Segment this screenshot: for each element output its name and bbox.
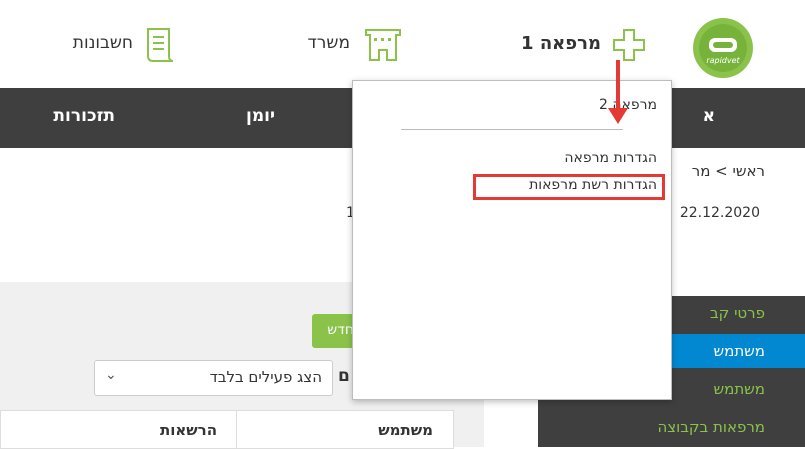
arrow-down-icon (608, 108, 628, 124)
highlight-box (473, 174, 665, 200)
sidebar-item-label: פרטי קב (710, 304, 765, 322)
active-filter-select[interactable]: הצג פעילים בלבד ⌄ (94, 360, 333, 396)
section-title-partial: ם (338, 366, 350, 386)
office-link[interactable]: משרד (308, 33, 350, 53)
column-user[interactable]: משתמש (236, 410, 454, 449)
breadcrumb[interactable]: ראשי > מר (692, 162, 765, 180)
column-user-label: משתמש (378, 421, 433, 439)
menu-item-clinic-settings[interactable]: הגדרות מרפאה (564, 150, 657, 166)
chevron-down-icon: ⌄ (105, 367, 117, 383)
column-permissions-label: הרשאות (159, 421, 217, 439)
invoice-icon[interactable] (145, 26, 177, 64)
sidebar-item-label: מרפאות בקבוצה (657, 418, 765, 436)
logo-text: rapidvet (706, 56, 740, 65)
clinic-selector[interactable]: מרפאה 1 (521, 33, 601, 54)
rapidvet-logo[interactable]: rapidvet (693, 18, 753, 78)
sidebar-item-group-clinics[interactable]: מרפאות בקבוצה (538, 410, 805, 444)
date-display: 22.12.2020 (679, 205, 760, 221)
arrow-annotation-line (616, 60, 620, 112)
filter-value: הצג פעילים בלבד (209, 368, 322, 386)
sidebar-item-label: משתמש (713, 380, 766, 398)
accounts-link[interactable]: חשבונות (73, 33, 133, 53)
nav-reminders[interactable]: תזכורות (53, 106, 115, 126)
new-button-label: חדש (327, 322, 354, 338)
plus-icon[interactable] (612, 28, 646, 62)
office-building-icon[interactable] (363, 26, 403, 62)
sidebar-item-label: משתמש (713, 342, 766, 360)
column-permissions[interactable]: הרשאות (0, 410, 238, 449)
nav-item-partial[interactable]: א (703, 106, 715, 126)
menu-divider (401, 129, 623, 130)
clinic-dropdown-menu: מרפאה 2 הגדרות מרפאה הגדרות רשת מרפאות (352, 80, 672, 400)
nav-diary[interactable]: יומן (246, 106, 275, 126)
